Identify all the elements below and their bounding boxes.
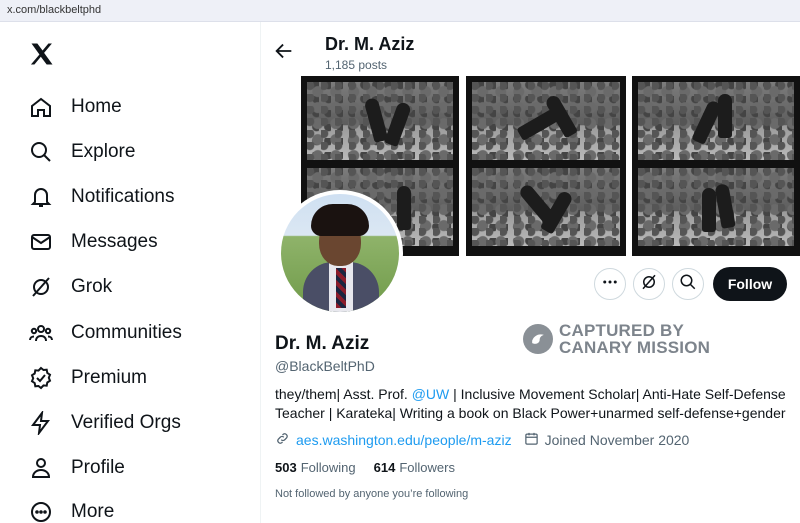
watermark-line-1: CAPTURED BY bbox=[559, 321, 684, 340]
profile-column: Dr. M. Aziz 1,185 posts Follow CAPTURED … bbox=[261, 22, 800, 523]
url-text[interactable]: x.com/blackbeltphd bbox=[7, 4, 101, 16]
link-icon bbox=[275, 431, 290, 449]
profile-name: Dr. M. Aziz bbox=[275, 333, 370, 354]
sidebar-item-communities[interactable]: Communities bbox=[28, 316, 248, 350]
sidebar-item-label: Verified Orgs bbox=[71, 412, 181, 433]
avatar-photo bbox=[281, 194, 399, 312]
search-profile-button[interactable] bbox=[672, 268, 704, 300]
sidebar-nav: Home Explore Notifications Messages Grok… bbox=[0, 22, 260, 523]
sidebar-item-label: Notifications bbox=[71, 186, 175, 207]
sidebar-item-home[interactable]: Home bbox=[28, 90, 248, 124]
sidebar-item-more[interactable]: More bbox=[28, 495, 248, 523]
header-post-count: 1,185 posts bbox=[325, 58, 388, 72]
banner-photo bbox=[472, 82, 620, 160]
bell-icon bbox=[28, 184, 54, 210]
following-count: 503 bbox=[275, 460, 297, 475]
following-link[interactable]: 503 Following bbox=[275, 460, 356, 475]
profile-handle: @BlackBeltPhD bbox=[275, 358, 375, 374]
followers-label: Followers bbox=[399, 460, 455, 475]
profile-website-link[interactable]: aes.washington.edu/people/m-aziz bbox=[296, 432, 512, 448]
sidebar-item-grok[interactable]: Grok bbox=[28, 270, 248, 304]
header-profile-name: Dr. M. Aziz bbox=[325, 34, 415, 54]
joined-date: Joined November 2020 bbox=[524, 431, 690, 449]
grok-icon bbox=[28, 274, 54, 300]
back-arrow-icon[interactable] bbox=[273, 40, 295, 62]
more-circle-icon bbox=[28, 499, 54, 523]
sidebar-item-notifications[interactable]: Notifications bbox=[28, 180, 248, 214]
banner-photo bbox=[307, 82, 453, 160]
sidebar-item-label: Explore bbox=[71, 141, 136, 162]
followers-count: 614 bbox=[373, 460, 396, 475]
banner-photo-frame bbox=[466, 76, 626, 256]
calendar-icon bbox=[524, 431, 539, 449]
sidebar-item-label: Home bbox=[71, 96, 122, 117]
sidebar-item-label: Profile bbox=[71, 457, 125, 478]
sidebar-item-label: Messages bbox=[71, 231, 158, 252]
sidebar-item-premium[interactable]: Premium bbox=[28, 361, 248, 395]
sidebar-item-label: More bbox=[71, 501, 115, 522]
sidebar-item-label: Grok bbox=[71, 276, 113, 297]
sidebar-item-profile[interactable]: Profile bbox=[28, 451, 248, 485]
banner-photo bbox=[638, 168, 794, 246]
grok-button[interactable] bbox=[633, 268, 665, 300]
more-options-button[interactable] bbox=[594, 268, 626, 300]
people-icon bbox=[28, 320, 54, 346]
canary-mission-watermark: CAPTURED BY CANARY MISSION bbox=[523, 322, 710, 356]
canary-seal-icon bbox=[523, 324, 553, 354]
followers-link[interactable]: 614 Followers bbox=[374, 460, 455, 475]
bio-mention-link[interactable]: @UW bbox=[412, 386, 450, 402]
ellipsis-icon bbox=[601, 273, 619, 296]
profile-bio: they/them| Asst. Prof. @UW | Inclusive M… bbox=[275, 385, 795, 423]
sidebar-item-verified-orgs[interactable]: Verified Orgs bbox=[28, 406, 248, 440]
grok-icon bbox=[640, 273, 658, 296]
following-label: Following bbox=[300, 460, 356, 475]
banner-photo bbox=[472, 168, 620, 246]
address-bar[interactable]: x.com/blackbeltphd bbox=[0, 0, 800, 22]
home-icon bbox=[28, 94, 54, 120]
follow-counts: 503 Following 614 Followers bbox=[275, 460, 473, 475]
envelope-icon bbox=[28, 229, 54, 255]
x-logo-icon[interactable] bbox=[28, 40, 56, 68]
follow-button[interactable]: Follow bbox=[713, 267, 787, 301]
profile-avatar[interactable] bbox=[277, 190, 403, 316]
banner-photo bbox=[638, 82, 794, 160]
search-icon bbox=[28, 139, 54, 165]
person-icon bbox=[28, 455, 54, 481]
banner-photo-frame bbox=[632, 76, 800, 256]
sidebar-item-messages[interactable]: Messages bbox=[28, 225, 248, 259]
bio-text: they/them| Asst. Prof. bbox=[275, 386, 412, 402]
sidebar-item-label: Premium bbox=[71, 367, 148, 388]
profile-meta: aes.washington.edu/people/m-aziz Joined … bbox=[275, 431, 689, 449]
search-icon bbox=[679, 273, 697, 296]
verified-badge-icon bbox=[28, 365, 54, 391]
joined-text: Joined November 2020 bbox=[544, 432, 690, 448]
watermark-line-2: CANARY MISSION bbox=[559, 338, 711, 357]
mutual-followers-note: Not followed by anyone you’re following bbox=[275, 488, 469, 500]
sidebar-item-explore[interactable]: Explore bbox=[28, 135, 248, 169]
sidebar-item-label: Communities bbox=[71, 322, 182, 343]
lightning-icon bbox=[28, 410, 54, 436]
